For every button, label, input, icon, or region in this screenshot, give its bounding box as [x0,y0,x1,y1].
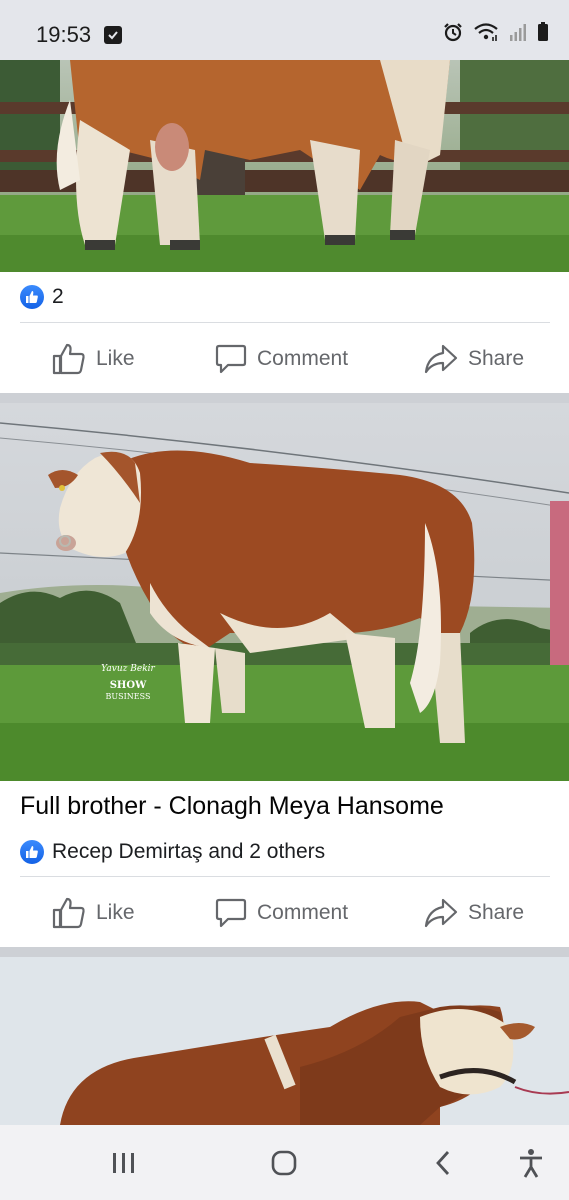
alarm-icon [444,23,462,42]
home-icon[interactable] [264,1145,304,1181]
share-label: Share [468,901,525,924]
share-button[interactable]: Share [424,883,524,943]
svg-text:BUSINESS: BUSINESS [106,692,151,701]
thumbs-up-icon [52,343,85,375]
post-actions: Like Comment Share [0,329,569,389]
svg-text:Yavuz Bekir: Yavuz Bekir [101,664,155,674]
thumbs-up-icon [52,897,85,929]
like-label: Like [96,901,135,924]
recent-apps-icon[interactable] [104,1145,144,1181]
svg-text:SHOW: SHOW [110,680,147,691]
share-icon [424,344,458,374]
share-label: Share [468,347,525,370]
back-icon[interactable] [423,1145,463,1181]
wifi-icon [474,23,498,41]
battery-icon [538,22,548,41]
reaction-summary[interactable]: 2 [20,283,64,311]
like-button[interactable]: Like [52,883,135,943]
system-nav-bar [0,1125,569,1200]
like-label: Like [96,347,135,370]
share-button[interactable]: Share [424,329,524,389]
divider [20,322,550,323]
post-divider [0,947,569,957]
divider [20,876,550,877]
comment-icon [215,344,247,374]
accessibility-icon[interactable] [511,1145,551,1181]
status-icons [443,22,549,42]
comment-icon [215,898,247,928]
comment-button[interactable]: Comment [215,883,348,943]
status-bar: 19:53 [0,0,569,60]
like-button[interactable]: Like [52,329,135,389]
signal-icon [510,24,526,41]
share-icon [424,898,458,928]
checkbox-notification-icon [104,26,122,44]
comment-label: Comment [257,901,349,924]
comment-label: Comment [257,347,349,370]
like-reaction-icon [20,285,44,309]
post-photo-bull-2[interactable]: Yavuz Bekir SHOW BUSINESS [0,403,569,781]
reaction-count: 2 [52,285,64,308]
post-divider [0,393,569,403]
like-reaction-icon [20,840,44,864]
post-photo-bull-3[interactable] [0,957,569,1125]
post-actions: Like Comment Share [0,883,569,943]
reaction-summary[interactable]: Recep Demirtaş and 2 others [20,838,325,866]
status-time: 19:53 [36,22,92,47]
post-photo-bull-1[interactable] [0,60,569,272]
reaction-names: Recep Demirtaş and 2 others [52,840,326,863]
comment-button[interactable]: Comment [215,329,348,389]
post-caption: Full brother - Clonagh Meya Hansome [20,792,444,820]
